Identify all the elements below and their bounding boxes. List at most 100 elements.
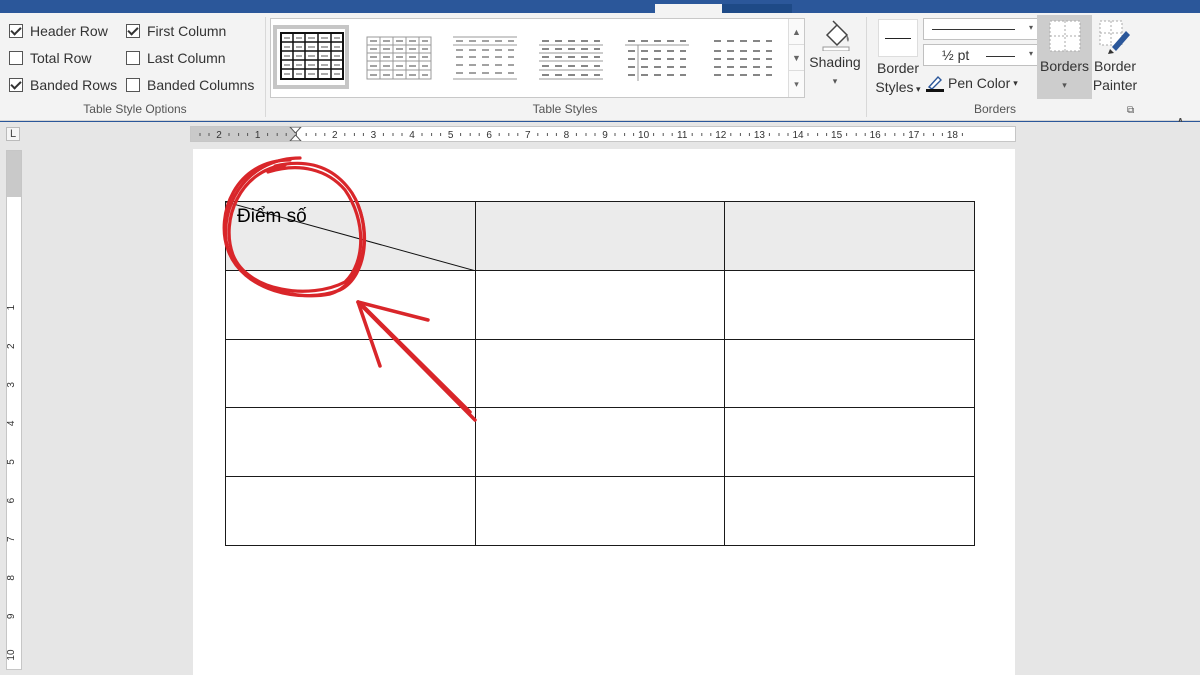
borders-button[interactable]: Borders ▾ bbox=[1037, 15, 1092, 99]
ruler-label: 8 bbox=[7, 575, 17, 581]
last-column-checkbox[interactable]: Last Column bbox=[126, 49, 226, 67]
table-style-plain-5[interactable] bbox=[705, 25, 781, 89]
border-styles-label-1: Border bbox=[876, 60, 920, 76]
border-painter-icon bbox=[1098, 19, 1132, 55]
table-cell[interactable] bbox=[724, 269, 975, 340]
line-weight-value: ½ pt bbox=[942, 47, 970, 63]
horizontal-ruler[interactable]: 21123456789101112131415161718 bbox=[190, 126, 1016, 142]
ruler-label: 2 bbox=[332, 130, 338, 141]
shading-button[interactable]: Shading ▾ bbox=[806, 19, 864, 91]
table-cell[interactable] bbox=[225, 407, 476, 478]
ruler-label: 2 bbox=[7, 343, 17, 349]
table-styles-group-label: Table Styles bbox=[532, 102, 598, 116]
table-styles-gallery: ▲ ▼ ▾ bbox=[270, 18, 805, 98]
banded-rows-label: Banded Rows bbox=[30, 77, 118, 93]
table-cell[interactable] bbox=[225, 476, 476, 546]
banded-rows-checkbox[interactable]: Banded Rows bbox=[9, 76, 117, 94]
table-cell[interactable] bbox=[474, 338, 726, 409]
ribbon-tab-active[interactable] bbox=[655, 4, 722, 13]
table-cell[interactable] bbox=[724, 407, 975, 478]
table-cell-diagonal[interactable]: Điểm số bbox=[225, 201, 476, 271]
line-style-dropdown[interactable]: ▾ bbox=[923, 18, 1038, 40]
dropdown-arrow-icon: ▾ bbox=[1062, 80, 1067, 90]
table-row bbox=[225, 269, 975, 340]
ruler-label: 5 bbox=[7, 459, 17, 465]
vertical-ruler[interactable]: 112345678910 bbox=[6, 150, 22, 670]
tab-selector-icon[interactable]: L bbox=[6, 127, 20, 141]
table-style-plain-2[interactable] bbox=[447, 25, 523, 89]
table-cell[interactable] bbox=[724, 338, 975, 409]
banded-columns-label: Banded Columns bbox=[147, 77, 255, 93]
ruler-label: 1 bbox=[7, 304, 17, 310]
table-cell[interactable] bbox=[474, 407, 726, 478]
scroll-up-icon[interactable]: ▲ bbox=[789, 19, 804, 45]
ribbon-tab[interactable] bbox=[722, 4, 792, 13]
checkbox[interactable] bbox=[9, 51, 23, 65]
ruler-label: 7 bbox=[525, 130, 531, 141]
table-cell[interactable] bbox=[724, 201, 975, 271]
ruler-label: 10 bbox=[638, 130, 650, 141]
paint-bucket-icon bbox=[817, 19, 853, 52]
ruler-label: 9 bbox=[602, 130, 608, 141]
table-cell[interactable] bbox=[474, 269, 726, 340]
ruler-label: 2 bbox=[216, 130, 222, 141]
ruler-label: 16 bbox=[870, 130, 882, 141]
border-painter-label-1: Border bbox=[1093, 58, 1137, 74]
first-column-label: First Column bbox=[147, 23, 227, 39]
ruler-label: 15 bbox=[831, 130, 843, 141]
border-styles-button[interactable]: Border Styles ▾ bbox=[871, 19, 925, 99]
first-column-checkbox[interactable]: First Column bbox=[126, 22, 226, 40]
header-cell-text: Điểm số bbox=[237, 206, 307, 227]
checkbox[interactable] bbox=[9, 78, 23, 92]
borders-group-label: Borders bbox=[973, 102, 1017, 116]
table-style-plain-1[interactable] bbox=[361, 25, 437, 89]
top-margin bbox=[7, 151, 21, 197]
document-table[interactable]: Điểm số bbox=[225, 201, 975, 546]
ruler-label: 11 bbox=[677, 130, 688, 141]
ruler-label: 4 bbox=[7, 420, 17, 426]
ruler-label: 9 bbox=[7, 613, 17, 619]
checkbox[interactable] bbox=[126, 78, 140, 92]
checkbox[interactable] bbox=[9, 24, 23, 38]
gallery-more-icon[interactable]: ▾ bbox=[789, 71, 804, 97]
borders-grid-icon bbox=[1048, 19, 1082, 55]
table-style-plain-4[interactable] bbox=[619, 25, 695, 89]
group-divider bbox=[866, 17, 867, 117]
pen-color-button[interactable]: Pen Color ▾ bbox=[926, 72, 1018, 94]
border-painter-label-2: Painter bbox=[1092, 77, 1138, 93]
last-column-label: Last Column bbox=[147, 50, 226, 66]
table-cell[interactable] bbox=[474, 476, 726, 546]
ruler-label: 8 bbox=[564, 130, 570, 141]
ruler-label: 1 bbox=[255, 130, 261, 141]
total-row-checkbox[interactable]: Total Row bbox=[9, 49, 91, 67]
pen-color-label: Pen Color bbox=[948, 75, 1011, 91]
ribbon: Header Row First Column Total Row Last C… bbox=[0, 13, 1200, 128]
table-cell[interactable] bbox=[225, 269, 476, 340]
gallery-scrollbar[interactable]: ▲ ▼ ▾ bbox=[788, 19, 804, 97]
dropdown-arrow-icon: ▾ bbox=[832, 76, 838, 86]
chevron-down-icon: ▾ bbox=[1028, 49, 1033, 58]
checkbox[interactable] bbox=[126, 51, 140, 65]
shading-label: Shading bbox=[809, 54, 861, 70]
pen-icon bbox=[926, 74, 944, 92]
header-row-checkbox[interactable]: Header Row bbox=[9, 22, 108, 40]
table-cell[interactable] bbox=[724, 476, 975, 546]
table-style-grid-selected[interactable] bbox=[273, 25, 349, 89]
dialog-launcher-icon[interactable]: ⧉ bbox=[1127, 105, 1134, 116]
ruler-label: 13 bbox=[754, 130, 766, 141]
scroll-down-icon[interactable]: ▼ bbox=[789, 45, 804, 71]
banded-columns-checkbox[interactable]: Banded Columns bbox=[126, 76, 254, 94]
table-style-options-group-label: Table Style Options bbox=[83, 102, 187, 116]
line-weight-dropdown[interactable]: ½ pt ▾ bbox=[923, 44, 1038, 66]
table-row bbox=[225, 338, 975, 409]
ruler-label: 5 bbox=[448, 130, 454, 141]
table-style-plain-3[interactable] bbox=[533, 25, 609, 89]
line-style-sample bbox=[932, 29, 1015, 30]
chevron-down-icon: ▾ bbox=[1013, 77, 1018, 88]
ruler-bar: L 21123456789101112131415161718 bbox=[0, 122, 1200, 144]
table-cell[interactable] bbox=[225, 338, 476, 409]
checkbox[interactable] bbox=[126, 24, 140, 38]
table-cell[interactable] bbox=[474, 201, 726, 271]
chevron-down-icon: ▾ bbox=[1028, 23, 1033, 32]
border-painter-button[interactable]: Border Painter bbox=[1092, 19, 1138, 95]
